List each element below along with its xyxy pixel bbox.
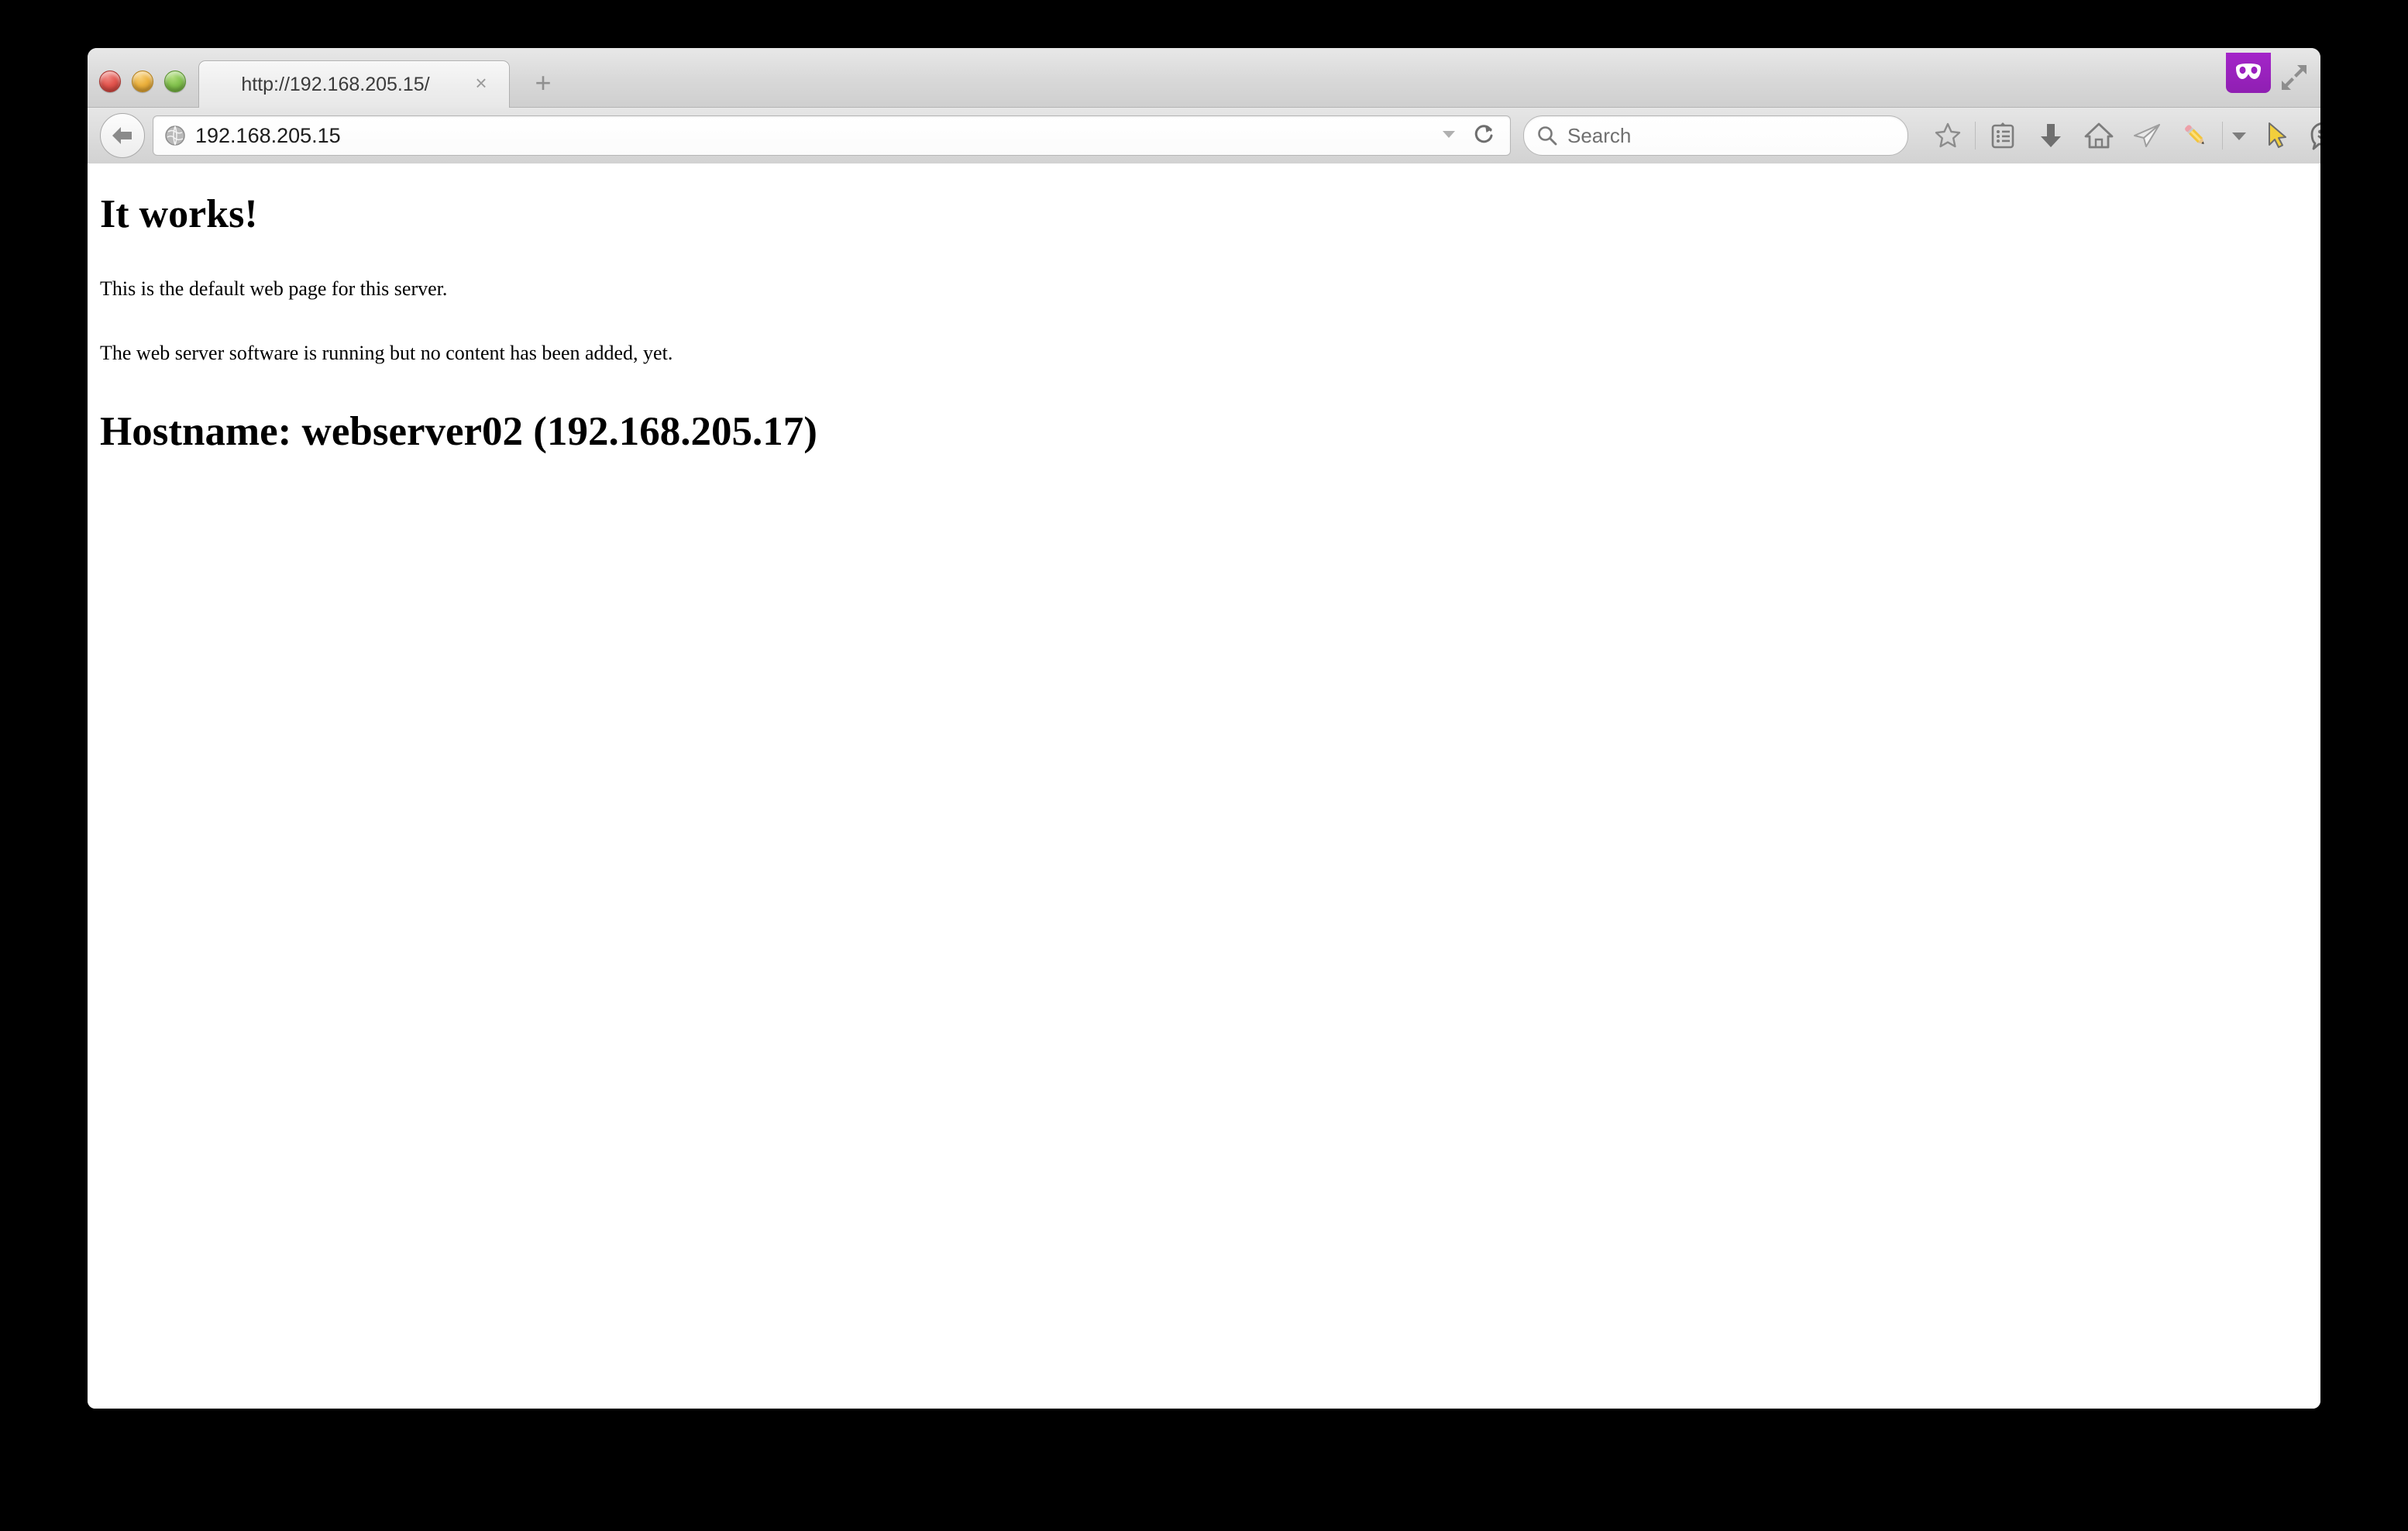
bookmark-star-button[interactable]	[1924, 112, 1972, 160]
toolbar-separator	[2222, 122, 2223, 150]
feedback-button[interactable]	[2300, 112, 2320, 160]
close-window-button[interactable]	[99, 71, 121, 92]
reload-icon[interactable]	[1473, 122, 1496, 150]
bookmark-star-icon	[1935, 122, 1961, 148]
reading-list-button[interactable]	[1979, 112, 2027, 160]
search-icon	[1536, 125, 1558, 146]
highlighter-button[interactable]	[2171, 112, 2219, 160]
home-icon	[2084, 122, 2114, 149]
chevron-down-icon[interactable]	[1439, 124, 1459, 148]
url-bar[interactable]: 192.168.205.15	[153, 115, 1511, 156]
send-icon	[2134, 124, 2160, 147]
pencil-icon	[2185, 125, 2204, 144]
page-content-area: It works! This is the default web page f…	[88, 163, 2320, 1409]
default-web-page: It works! This is the default web page f…	[88, 163, 2320, 468]
feedback-smiley-icon	[2310, 122, 2320, 150]
reading-list-icon	[1991, 122, 2014, 149]
toolbar-icon-group	[1924, 108, 2320, 163]
private-browsing-badge[interactable]	[2226, 53, 2271, 93]
url-text: 192.168.205.15	[195, 123, 341, 147]
tab-strip: http://192.168.205.15/ × +	[88, 48, 2320, 108]
downloads-button[interactable]	[2027, 112, 2075, 160]
browser-tab[interactable]: http://192.168.205.15/ ×	[198, 60, 510, 108]
fullscreen-arrows-icon	[2282, 65, 2307, 90]
select-element-button[interactable]	[2252, 112, 2300, 160]
page-paragraph-1: This is the default web page for this se…	[100, 277, 448, 301]
url-bar-actions	[1439, 122, 1510, 150]
tab-close-icon[interactable]: ×	[470, 72, 492, 94]
hostname-heading: Hostname: webserver02 (192.168.205.17)	[100, 408, 817, 454]
chevron-down-icon	[2232, 132, 2246, 140]
minimize-window-button[interactable]	[132, 71, 153, 92]
search-input[interactable]: Search	[1567, 124, 1631, 148]
search-bar[interactable]: Search	[1523, 115, 1908, 156]
home-button[interactable]	[2075, 112, 2123, 160]
cursor-arrow-icon	[2269, 122, 2286, 148]
downloads-icon	[2041, 124, 2061, 147]
highlighter-dropdown-button[interactable]	[2226, 112, 2252, 160]
toolbar-separator	[1975, 122, 1976, 150]
mask-icon	[2236, 64, 2261, 79]
page-paragraph-2: The web server software is running but n…	[100, 342, 673, 365]
browser-window: http://192.168.205.15/ × + 192.168.205.1…	[88, 48, 2320, 1409]
fullscreen-button[interactable]	[2279, 62, 2310, 93]
globe-icon	[164, 125, 186, 146]
send-button[interactable]	[2123, 112, 2171, 160]
new-tab-button[interactable]: +	[529, 69, 557, 98]
zoom-window-button[interactable]	[164, 71, 186, 92]
back-arrow-icon	[112, 127, 132, 144]
back-button[interactable]	[100, 113, 145, 158]
tab-title: http://192.168.205.15/	[241, 74, 430, 95]
navigation-toolbar: 192.168.205.15 Search	[88, 108, 2320, 164]
window-controls	[99, 71, 186, 92]
page-title: It works!	[100, 192, 258, 236]
